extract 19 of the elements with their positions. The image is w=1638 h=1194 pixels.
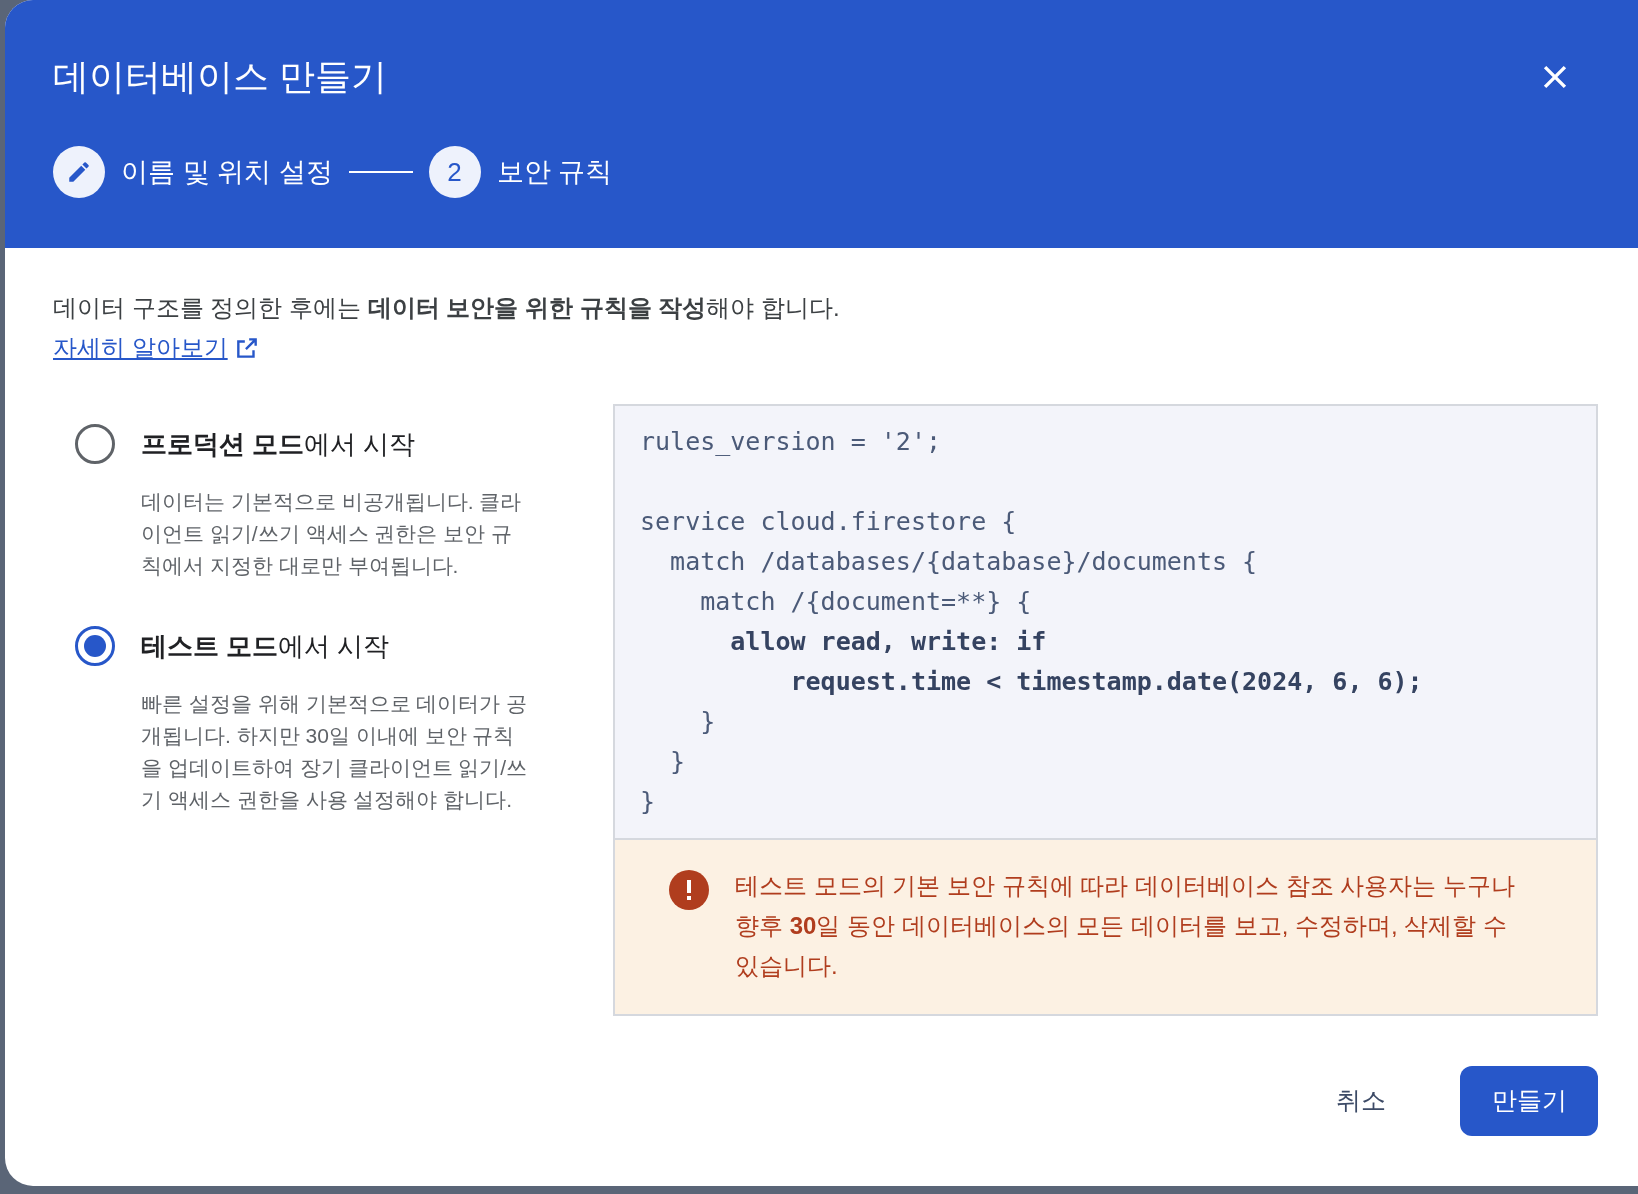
step-label: 보안 규칙 — [496, 155, 613, 189]
dialog-title: 데이터베이스 만들기 — [53, 55, 387, 99]
step-number: 2 — [428, 146, 481, 198]
radio-button[interactable] — [75, 424, 115, 464]
cancel-button[interactable]: 취소 — [1306, 1066, 1416, 1136]
mode-description: 빠른 설정을 위해 기본적으로 데이터가 공개됩니다. 하지만 30일 이내에 보안 규칙을 업데이트하여 장기 클라이언트 읽기/쓰기 액세스 권한을 사용 설정해야 합니다. — [141, 691, 529, 813]
mode-description: 데이터는 기본적으로 비공개됩니다. 클라이언트 읽기/쓰기 액세스 권한은 보안 규칙에서 지정한 대로만 부여됩니다. — [141, 489, 523, 579]
intro-text: 데이터 구조를 정의한 후에는 데이터 보안을 위한 규칙을 작성해야 합니다. — [53, 293, 841, 323]
pencil-icon — [66, 159, 92, 185]
error-icon — [669, 870, 709, 910]
create-button[interactable]: 만들기 — [1460, 1066, 1598, 1136]
warning-text: 테스트 모드의 기본 보안 규칙에 따라 데이터베이스 참조 사용자는 누구나 향후 30일 동안 데이터베이스의 모든 데이터를 보고, 수정하며, 삭제할 수 있습니다. — [735, 871, 1516, 981]
step-connector — [348, 171, 413, 173]
mode-title: 프로덕션 모드에서 시작 — [141, 427, 416, 461]
rules-code: rules_version = '2'; service cloud.firestore { match /databases/{database}/documents { match /{document=**} { allow read, write: if request.time < timestamp.date(2024, 6, 6); } } } — [615, 406, 1596, 838]
radio-button[interactable] — [75, 626, 115, 666]
learn-more-link[interactable]: 자세히 알아보기 — [53, 330, 228, 366]
step-label: 이름 및 위치 설정 — [121, 155, 333, 189]
mode-title: 테스트 모드에서 시작 — [141, 629, 390, 663]
